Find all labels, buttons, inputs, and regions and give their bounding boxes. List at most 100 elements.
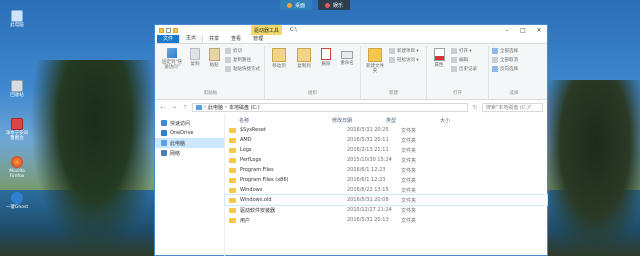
table-row[interactable]: Logs 2016/2/13 21:11 文件夹 bbox=[225, 145, 547, 155]
column-header-size[interactable]: 大小 bbox=[440, 117, 480, 124]
delete-button[interactable]: 删除 bbox=[318, 46, 334, 90]
table-row[interactable]: Windows.old 2016/5/31 20:08 文件夹 bbox=[224, 194, 548, 206]
file-date: 2016/5/31 20:08 bbox=[347, 197, 389, 203]
ribbon-group-organize: 移动到 复制到 删除 重命名 组织 bbox=[265, 46, 361, 99]
tab-manage[interactable]: 管理 bbox=[247, 34, 269, 43]
chevron-down-icon[interactable] bbox=[180, 28, 184, 33]
move-to-button[interactable]: 移动到 bbox=[268, 46, 290, 90]
file-date: 2016/5/31 20:11 bbox=[347, 137, 389, 143]
table-row[interactable]: Windows 2016/6/22 13:15 文件夹 bbox=[225, 185, 547, 195]
new-folder-label: 新建文件夹 bbox=[366, 64, 384, 74]
folder-icon bbox=[229, 157, 236, 163]
maximize-button[interactable]: □ bbox=[515, 25, 531, 35]
table-row[interactable]: 用户 2016/5/31 20:13 文件夹 bbox=[225, 215, 547, 225]
ribbon-group-new: 新建文件夹 新建项目 ▾ 轻松访问 ▾ 新建 bbox=[361, 46, 427, 99]
column-header-type[interactable]: 类型 bbox=[386, 117, 440, 124]
group-label: 新建 bbox=[389, 91, 398, 96]
desktop-icon-ghost[interactable]: 一键Ghost bbox=[4, 192, 30, 210]
desktop-icon-app[interactable]: 净水宁安间 鲁图会 bbox=[4, 118, 30, 141]
history-button[interactable]: 历史记录 bbox=[451, 66, 477, 72]
table-row[interactable]: $SysReset 2016/5/31 20:25 文件夹 bbox=[225, 125, 547, 135]
folder-icon bbox=[229, 137, 236, 143]
nav-item-this-pc[interactable]: 此电脑 bbox=[155, 138, 224, 148]
select-all-button[interactable]: 全部选择 bbox=[492, 48, 518, 54]
open-button[interactable]: 打开 ▾ bbox=[451, 48, 477, 54]
desktop-tab-label: 娱乐 bbox=[333, 2, 344, 9]
pin-to-quick-access-button[interactable]: 固定到"快速访问" bbox=[160, 46, 184, 90]
breadcrumb-separator-icon: › bbox=[204, 104, 206, 110]
folder-icon[interactable] bbox=[159, 27, 164, 33]
tab-file[interactable]: 文件 bbox=[157, 34, 180, 43]
up-button[interactable]: ↑ bbox=[181, 104, 189, 111]
copy-button[interactable]: 复制 bbox=[187, 46, 203, 90]
new-folder-icon[interactable] bbox=[173, 27, 178, 33]
edit-button[interactable]: 编辑 bbox=[451, 57, 477, 63]
breadcrumb-this-pc[interactable]: 此电脑 bbox=[208, 104, 223, 111]
folder-icon bbox=[229, 207, 236, 213]
select-none-button[interactable]: 全部取消 bbox=[492, 57, 518, 63]
paste-button[interactable]: 粘贴 bbox=[206, 46, 222, 90]
properties-icon[interactable] bbox=[166, 27, 171, 33]
file-name: $SysReset bbox=[240, 127, 266, 133]
refresh-icon[interactable]: ↻ bbox=[471, 104, 479, 111]
table-row[interactable]: 驱动软件安装器 2015/12/27 21:24 文件夹 bbox=[225, 205, 547, 215]
cloud-icon bbox=[161, 130, 167, 136]
search-input[interactable]: 搜索"本地磁盘 (C:)" bbox=[482, 102, 543, 112]
table-row[interactable]: AMD 2016/5/31 20:11 文件夹 bbox=[225, 135, 547, 145]
nav-item-label: 网络 bbox=[170, 150, 181, 157]
ghost-icon bbox=[11, 192, 23, 204]
desktop-tab-entertainment[interactable]: 娱乐 bbox=[318, 0, 351, 10]
desktop-icon-computer[interactable]: 此电脑 bbox=[4, 10, 30, 28]
recycle-bin-icon bbox=[11, 80, 23, 92]
copy-to-button[interactable]: 复制到 bbox=[293, 46, 315, 90]
rename-button[interactable]: 重命名 bbox=[337, 46, 357, 90]
desktop-icon-label: 回收站 bbox=[10, 93, 24, 98]
column-header-name[interactable]: 名称 bbox=[225, 117, 332, 124]
tab-view[interactable]: 查看 bbox=[225, 34, 247, 43]
new-folder-button[interactable]: 新建文件夹 bbox=[364, 46, 386, 90]
easy-access-button[interactable]: 轻松访问 ▾ bbox=[389, 57, 419, 63]
edit-label: 编辑 bbox=[459, 58, 468, 63]
minimize-button[interactable]: – bbox=[499, 25, 515, 35]
nav-item-network[interactable]: 网络 bbox=[155, 148, 224, 158]
desktop-tab-desktop[interactable]: 桌面 bbox=[280, 0, 313, 10]
copy-path-button[interactable]: 复制路径 bbox=[225, 57, 260, 63]
file-date: 2016/6/1 12:23 bbox=[347, 177, 386, 183]
folder-icon bbox=[229, 197, 236, 203]
table-row[interactable]: Program Files 2016/6/1 12:23 文件夹 bbox=[225, 165, 547, 175]
file-type: 文件夹 bbox=[401, 177, 417, 184]
close-button[interactable]: ✕ bbox=[531, 25, 547, 35]
invert-selection-icon bbox=[492, 66, 498, 72]
column-header-date[interactable]: 修改日期 bbox=[332, 117, 386, 124]
easy-access-icon bbox=[389, 57, 395, 63]
file-list: 名称 修改日期 类型 大小 $SysReset 2016/5/31 20:25 文件… bbox=[224, 114, 548, 256]
paste-shortcut-button[interactable]: 粘贴快捷方式 bbox=[225, 66, 260, 72]
breadcrumb-drive-c[interactable]: 本地磁盘 (C:) bbox=[229, 104, 260, 111]
cut-button[interactable]: 剪切 bbox=[225, 48, 260, 54]
select-none-label: 全部取消 bbox=[500, 58, 518, 63]
back-button[interactable]: ← bbox=[159, 104, 167, 111]
context-tab-drive-tools[interactable]: 驱动器工具 bbox=[251, 25, 283, 35]
network-icon bbox=[161, 150, 167, 156]
properties-button[interactable]: 属性 bbox=[430, 46, 448, 90]
invert-selection-button[interactable]: 反向选择 bbox=[492, 66, 518, 72]
nav-item-label: 此电脑 bbox=[170, 140, 186, 147]
new-folder-icon bbox=[368, 48, 382, 62]
desktop-icon-firefox[interactable]: Mozilla Firefox bbox=[4, 156, 30, 179]
nav-item-quick-access[interactable]: 快速访问 bbox=[155, 118, 224, 128]
address-bar[interactable]: › 此电脑 › 本地磁盘 (C:) bbox=[192, 102, 468, 112]
file-name: Logs bbox=[240, 147, 252, 153]
new-item-button[interactable]: 新建项目 ▾ bbox=[389, 48, 419, 54]
table-row[interactable]: PerfLogs 2015/10/30 15:24 文件夹 bbox=[225, 155, 547, 165]
copy-folder-icon bbox=[297, 48, 311, 62]
properties-icon bbox=[433, 48, 445, 61]
table-row[interactable]: Program Files (x86) 2016/6/1 12:23 文件夹 bbox=[225, 175, 547, 185]
desktop-icon-recycle-bin[interactable]: 回收站 bbox=[4, 80, 30, 98]
forward-button[interactable]: → bbox=[170, 104, 178, 111]
cut-label: 剪切 bbox=[233, 49, 242, 54]
properties-label: 属性 bbox=[434, 63, 444, 68]
copy-path-icon bbox=[225, 57, 231, 63]
tab-share[interactable]: 共享 bbox=[203, 34, 225, 43]
nav-item-onedrive[interactable]: OneDrive bbox=[155, 128, 224, 138]
window-controls: – □ ✕ bbox=[499, 25, 547, 35]
